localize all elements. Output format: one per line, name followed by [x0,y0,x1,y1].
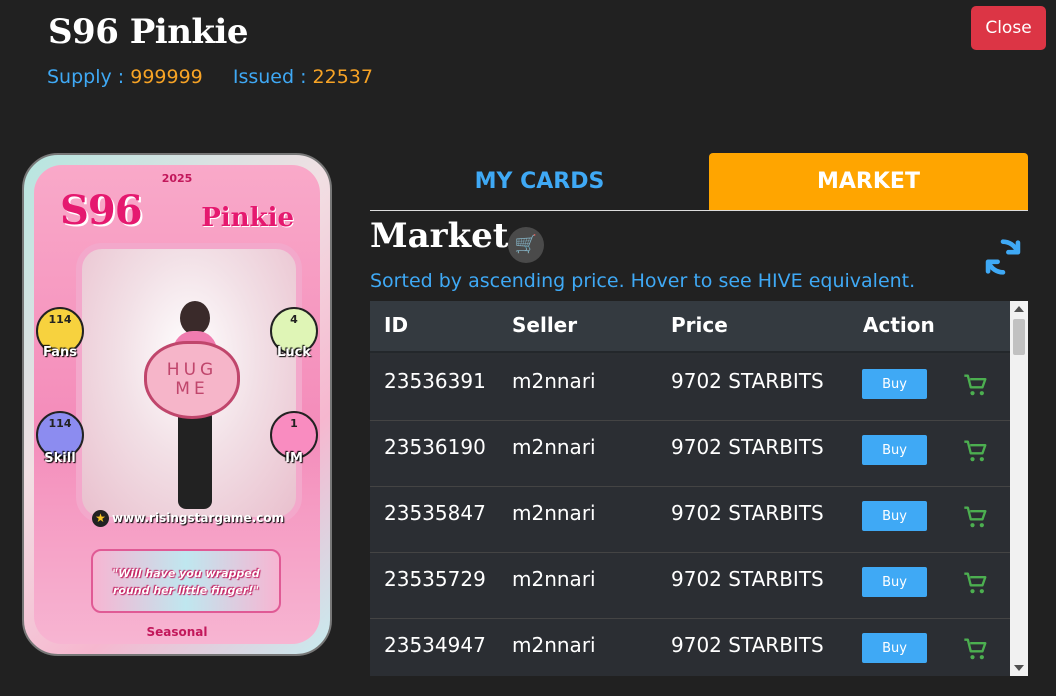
buy-button[interactable]: Buy [862,435,927,465]
stat-im-value: 1 [290,417,298,430]
card-code: S96 [60,187,143,234]
market-table: ID Seller Price Action 23536391 m2nnari … [370,301,1028,676]
stat-skill-label: Skill [44,451,76,466]
table-row: 23535729 m2nnari 9702 STARBITS Buy [370,553,1010,619]
card-image: 2025 S96 Pinkie HUG ME 114 Fans 4 Luck 1… [22,153,332,656]
market-heading: Market [370,216,509,256]
add-to-cart-icon[interactable] [962,371,990,399]
add-to-cart-icon[interactable] [962,635,990,663]
table-header: ID Seller Price Action [370,301,1010,353]
shopping-cart-icon: 🛒 [508,227,544,263]
column-header-price: Price [671,313,728,337]
figure-legs [178,409,212,509]
column-header-id: ID [384,313,409,337]
buy-button[interactable]: Buy [862,369,927,399]
listing-price: 9702 STARBITS [671,567,824,591]
tab-my-cards[interactable]: MY CARDS [370,153,709,210]
scroll-thumb[interactable] [1013,319,1025,355]
figure-head [180,301,210,335]
listing-id: 23535729 [384,567,486,591]
listing-seller: m2nnari [512,567,596,591]
listing-seller: m2nnari [512,501,596,525]
sort-note: Sorted by ascending price. Hover to see … [370,270,916,292]
listing-id: 23535847 [384,501,486,525]
add-to-cart-icon[interactable] [962,503,990,531]
supply-value: 999999 [130,66,203,88]
supply-info: Supply : 999999 Issued : 22537 [47,66,373,88]
listing-seller: m2nnari [512,435,596,459]
heart-text-line2: ME [175,379,209,399]
supply-label: Supply : [47,66,125,88]
stat-luck-value: 4 [290,313,298,326]
heart-text-line1: HUG [166,360,218,380]
refresh-icon[interactable] [980,234,1026,280]
card-url: www.risingstargame.com [112,511,285,525]
buy-button[interactable]: Buy [862,567,927,597]
add-to-cart-icon[interactable] [962,437,990,465]
listing-price: 9702 STARBITS [671,633,824,657]
column-header-action: Action [863,313,935,337]
listing-seller: m2nnari [512,369,596,393]
buy-button[interactable]: Buy [862,633,927,663]
stat-luck-label: Luck [277,345,311,360]
listing-price: 9702 STARBITS [671,501,824,525]
table-row: 23535847 m2nnari 9702 STARBITS Buy [370,487,1010,553]
listing-id: 23536391 [384,369,486,393]
star-logo-icon: ★ [92,510,109,527]
card-artwork: HUG ME [76,243,302,523]
stat-fans-value: 114 [48,313,72,326]
heart-sign: HUG ME [144,341,240,419]
card-title: S96 Pinkie [48,12,249,52]
column-header-seller: Seller [512,313,578,337]
stat-skill-value: 114 [48,417,72,430]
table-row: 23534947 m2nnari 9702 STARBITS Buy [370,619,1010,676]
card-face: 2025 S96 Pinkie HUG ME 114 Fans 4 Luck 1… [34,165,320,644]
tab-market[interactable]: MARKET [709,153,1028,210]
card-year: 2025 [161,172,193,185]
listing-price: 9702 STARBITS [671,369,824,393]
table-scrollbar[interactable] [1010,301,1028,676]
issued-label: Issued : [232,66,307,88]
stat-fans-label: Fans [43,345,77,360]
stat-im-label: IM [285,451,303,466]
close-button[interactable]: Close [971,6,1046,50]
listing-seller: m2nnari [512,633,596,657]
listing-price: 9702 STARBITS [671,435,824,459]
card-rarity: Seasonal [146,625,208,639]
card-name: Pinkie [201,203,294,233]
scroll-up-arrow-icon[interactable] [1014,306,1024,312]
listing-id: 23534947 [384,633,486,657]
card-quote: "Will have you wrapped round her little … [91,549,281,613]
issued-value: 22537 [312,66,373,88]
buy-button[interactable]: Buy [862,501,927,531]
table-row: 23536190 m2nnari 9702 STARBITS Buy [370,421,1010,487]
table-row: 23536391 m2nnari 9702 STARBITS Buy [370,355,1010,421]
add-to-cart-icon[interactable] [962,569,990,597]
listing-id: 23536190 [384,435,486,459]
tab-divider [370,210,1028,211]
scroll-down-arrow-icon[interactable] [1014,665,1024,671]
